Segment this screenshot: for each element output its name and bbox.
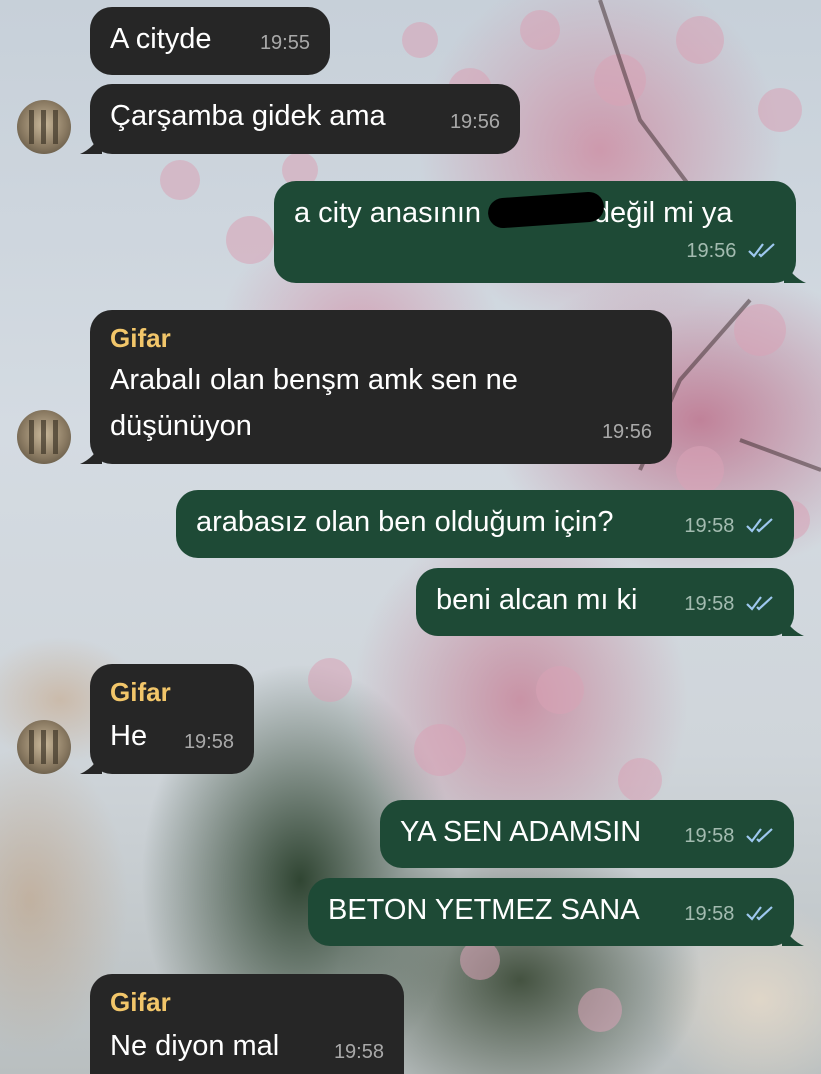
bubble-tail <box>80 442 102 464</box>
bubble-tail <box>80 752 102 774</box>
incoming-message[interactable]: Çarşamba gidek ama 19:56 <box>80 84 520 154</box>
double-check-icon <box>746 596 773 611</box>
double-check-icon <box>748 243 775 258</box>
message-time: 19:55 <box>259 32 310 54</box>
outgoing-message[interactable]: YA SEN ADAMSIN 19:58 <box>380 800 794 868</box>
incoming-message[interactable]: A cityde 19:55 <box>90 7 330 75</box>
message-time: 19:58 <box>684 903 735 925</box>
message-meta: 19:56 <box>686 231 776 271</box>
outgoing-message[interactable]: beni alcan mı ki 19:58 <box>416 568 804 636</box>
contact-avatar[interactable] <box>17 720 71 774</box>
bubble-tail <box>782 614 804 636</box>
sender-name: Gifar <box>110 323 171 353</box>
double-check-icon <box>746 828 773 843</box>
message-time: 19:58 <box>684 515 735 537</box>
incoming-message[interactable]: Gifar Arabalı olan benşm amk sen ne düşü… <box>80 310 672 464</box>
message-meta: 19:58 <box>684 894 774 934</box>
message-text-line-1: Arabalı olan benşm amk sen ne <box>110 364 518 396</box>
message-time: 19:58 <box>684 593 735 615</box>
outgoing-message[interactable]: a city anasının amında değil mi ya 19:56 <box>274 181 806 283</box>
outgoing-message[interactable]: BETON YETMEZ SANA 19:58 <box>308 878 804 946</box>
message-text-line-2: düşünüyon <box>110 410 252 442</box>
contact-avatar[interactable] <box>17 100 71 154</box>
bubble-tail <box>784 261 806 283</box>
message-time: 19:56 <box>686 240 737 262</box>
sender-name: Gifar <box>110 677 171 707</box>
double-check-icon <box>746 906 773 921</box>
message-time: 19:58 <box>684 825 735 847</box>
double-check-icon <box>746 518 773 533</box>
message-meta: 19:58 <box>684 584 774 624</box>
bubble-tail <box>782 924 804 946</box>
message-time: 19:56 <box>601 421 652 443</box>
message-time: 19:58 <box>183 731 234 753</box>
sender-name: Gifar <box>110 987 171 1017</box>
outgoing-message[interactable]: arabasız olan ben olduğum için? 19:58 <box>176 490 794 558</box>
message-meta: 19:58 <box>684 816 774 856</box>
contact-avatar[interactable] <box>17 410 71 464</box>
bubble-tail <box>80 132 102 154</box>
message-meta: 19:58 <box>684 506 774 546</box>
message-time: 19:56 <box>449 111 500 133</box>
incoming-message[interactable]: Gifar He 19:58 <box>80 664 254 774</box>
incoming-message[interactable]: Gifar Ne diyon mal 19:58 <box>90 974 404 1074</box>
message-time: 19:58 <box>333 1041 384 1063</box>
